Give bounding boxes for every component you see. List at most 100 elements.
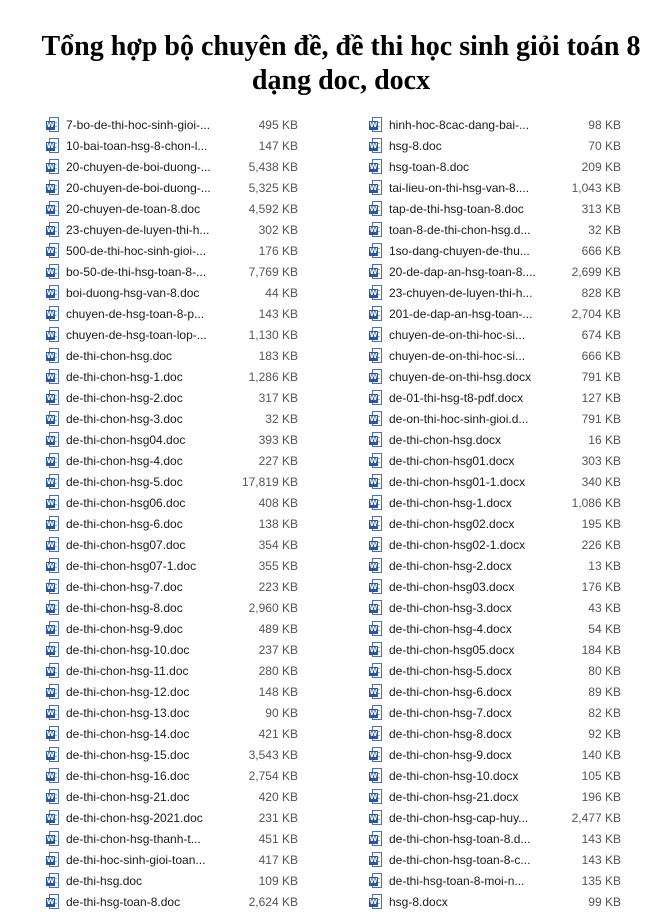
- word-document-icon: W: [369, 683, 383, 700]
- file-row[interactable]: Wde-on-thi-hoc-sinh-gioi.d... 791 KB: [369, 408, 621, 429]
- file-name: de-thi-chon-hsg-8.docx: [389, 726, 512, 741]
- file-row[interactable]: Whinh-hoc-8cac-dang-bai-... 98 KB: [369, 114, 621, 135]
- file-row[interactable]: Wde-thi-chon-hsg-1.doc 1,286 KB: [46, 366, 298, 387]
- file-name: de-thi-chon-hsg-21.docx: [389, 789, 519, 804]
- file-row[interactable]: Wde-thi-chon-hsg05.docx 184 KB: [369, 639, 621, 660]
- file-row[interactable]: Wde-thi-chon-hsg-16.doc 2,754 KB: [46, 765, 298, 786]
- word-document-icon: W: [369, 410, 383, 427]
- file-name: de-thi-chon-hsg.doc: [66, 348, 173, 363]
- file-name: de-thi-chon-hsg03.docx: [389, 579, 515, 594]
- file-row[interactable]: Wtoan-8-de-thi-chon-hsg.d... 32 KB: [369, 219, 621, 240]
- file-row[interactable]: Wde-thi-chon-hsg-5.docx 80 KB: [369, 660, 621, 681]
- file-row[interactable]: Wde-thi-chon-hsg-9.doc 489 KB: [46, 618, 298, 639]
- file-row[interactable]: Wde-thi-chon-hsg-toan-8-c... 143 KB: [369, 849, 621, 870]
- file-row[interactable]: Wde-thi-chon-hsg01.docx 303 KB: [369, 450, 621, 471]
- file-row[interactable]: Wde-thi-chon-hsg-2.docx 13 KB: [369, 555, 621, 576]
- file-row[interactable]: W 201-de-dap-an-hsg-toan-... 2,704 KB: [369, 303, 621, 324]
- file-row[interactable]: W 20-de-dap-an-hsg-toan-8.... 2,699 KB: [369, 261, 621, 282]
- file-size: 828 KB: [581, 285, 621, 300]
- file-row[interactable]: Wde-thi-chon-hsg06.doc 408 KB: [46, 492, 298, 513]
- file-row[interactable]: W 7-bo-de-thi-hoc-sinh-gioi-... 495 KB: [46, 114, 298, 135]
- file-row[interactable]: W 20-chuyen-de-boi-duong-... 5,325 KB: [46, 177, 298, 198]
- file-row[interactable]: Wde-thi-chon-hsg-4.docx 54 KB: [369, 618, 621, 639]
- file-row[interactable]: Wde-thi-chon-hsg-8.doc 2,960 KB: [46, 597, 298, 618]
- file-row[interactable]: Wde-thi-chon-hsg03.docx 176 KB: [369, 576, 621, 597]
- file-row[interactable]: Wde-thi-chon-hsg-toan-8.d... 143 KB: [369, 828, 621, 849]
- file-row[interactable]: Wde-thi-hsg-toan-8-moi-n... 135 KB: [369, 870, 621, 891]
- file-name: de-thi-chon-hsg-15.doc: [66, 747, 190, 762]
- file-row[interactable]: Wde-thi-chon-hsg-9.docx 140 KB: [369, 744, 621, 765]
- file-row[interactable]: W 500-de-thi-hoc-sinh-gioi-... 176 KB: [46, 240, 298, 261]
- word-document-icon: W: [369, 620, 383, 637]
- file-row[interactable]: Wde-thi-chon-hsg-6.doc 138 KB: [46, 513, 298, 534]
- file-row[interactable]: Wde-thi-chon-hsg-13.doc 90 KB: [46, 702, 298, 723]
- file-row[interactable]: Wde-thi-chon-hsg-10.doc 237 KB: [46, 639, 298, 660]
- file-row[interactable]: Wchuyen-de-hsg-toan-8-p... 143 KB: [46, 303, 298, 324]
- file-name: de-thi-chon-hsg-toan-8.d...: [389, 831, 531, 846]
- file-row[interactable]: Wde-thi-hsg.doc 109 KB: [46, 870, 298, 891]
- file-row[interactable]: Wde-thi-chon-hsg-12.doc 148 KB: [46, 681, 298, 702]
- file-row[interactable]: Wde-thi-chon-hsg-5.doc 17,819 KB: [46, 471, 298, 492]
- file-row[interactable]: Wde-thi-chon-hsg-2021.doc 231 KB: [46, 807, 298, 828]
- file-row[interactable]: Wde-thi-chon-hsg02.docx 195 KB: [369, 513, 621, 534]
- file-row[interactable]: Wde-thi-chon-hsg-3.docx 43 KB: [369, 597, 621, 618]
- file-row[interactable]: Whsg-8.doc 70 KB: [369, 135, 621, 156]
- file-name: de-thi-chon-hsg-3.doc: [66, 411, 183, 426]
- file-row[interactable]: Wde-thi-chon-hsg-7.doc 223 KB: [46, 576, 298, 597]
- file-row[interactable]: Wde-thi-chon-hsg-6.docx 89 KB: [369, 681, 621, 702]
- file-row[interactable]: Wde-thi-chon-hsg-4.doc 227 KB: [46, 450, 298, 471]
- file-name: tap-de-thi-hsg-toan-8.doc: [389, 201, 524, 216]
- file-row[interactable]: Wde-thi-chon-hsg-1.docx 1,086 KB: [369, 492, 621, 513]
- file-row[interactable]: Wbo-50-de-thi-hsg-toan-8-... 7,769 KB: [46, 261, 298, 282]
- file-row[interactable]: Wde-thi-chon-hsg01-1.docx 340 KB: [369, 471, 621, 492]
- file-row[interactable]: Wde-thi-chon-hsg07-1.doc 355 KB: [46, 555, 298, 576]
- file-row[interactable]: Wchuyen-de-on-thi-hoc-si... 674 KB: [369, 324, 621, 345]
- file-row[interactable]: Wde-thi-chon-hsg-3.doc 32 KB: [46, 408, 298, 429]
- file-row[interactable]: Wde-thi-chon-hsg-8.docx 92 KB: [369, 723, 621, 744]
- file-row[interactable]: Wde-thi-chon-hsg-21.docx 196 KB: [369, 786, 621, 807]
- file-row[interactable]: Wde-thi-chon-hsg-15.doc 3,543 KB: [46, 744, 298, 765]
- file-row[interactable]: Wde-thi-chon-hsg-21.doc 420 KB: [46, 786, 298, 807]
- file-row[interactable]: Wde-thi-chon-hsg-10.docx 105 KB: [369, 765, 621, 786]
- file-row[interactable]: Wde-thi-chon-hsg07.doc 354 KB: [46, 534, 298, 555]
- file-name: de-thi-chon-hsg-2021.doc: [66, 810, 203, 825]
- file-size: 183 KB: [258, 348, 298, 363]
- file-size: 237 KB: [258, 642, 298, 657]
- file-size: 7,769 KB: [248, 264, 298, 279]
- word-document-icon: W: [369, 431, 383, 448]
- file-row[interactable]: Wtap-de-thi-hsg-toan-8.doc 313 KB: [369, 198, 621, 219]
- file-row[interactable]: Wchuyen-de-on-thi-hoc-si... 666 KB: [369, 345, 621, 366]
- file-row[interactable]: Wde-thi-chon-hsg04.doc 393 KB: [46, 429, 298, 450]
- file-row[interactable]: Wde-thi-chon-hsg-14.doc 421 KB: [46, 723, 298, 744]
- word-document-icon: W: [369, 830, 383, 847]
- file-row[interactable]: Wtai-lieu-on-thi-hsg-van-8.... 1,043 KB: [369, 177, 621, 198]
- file-row[interactable]: W 1so-dang-chuyen-de-thu... 666 KB: [369, 240, 621, 261]
- file-row[interactable]: Wchuyen-de-on-thi-hsg.docx 791 KB: [369, 366, 621, 387]
- file-row[interactable]: W 23-chuyen-de-luyen-thi-h... 828 KB: [369, 282, 621, 303]
- word-document-icon: W: [46, 263, 60, 280]
- file-row[interactable]: Wde-thi-chon-hsg02-1.docx 226 KB: [369, 534, 621, 555]
- file-row[interactable]: W 10-bai-toan-hsg-8-chon-l... 147 KB: [46, 135, 298, 156]
- word-document-icon: W: [369, 662, 383, 679]
- word-document-icon: W: [369, 725, 383, 742]
- file-row[interactable]: Wde-thi-chon-hsg.docx 16 KB: [369, 429, 621, 450]
- word-document-icon: W: [46, 557, 60, 574]
- file-row[interactable]: Wde-thi-chon-hsg-11.doc 280 KB: [46, 660, 298, 681]
- file-row[interactable]: Wde-thi-chon-hsg-7.docx 82 KB: [369, 702, 621, 723]
- file-row[interactable]: Wde-thi-chon-hsg.doc 183 KB: [46, 345, 298, 366]
- file-row[interactable]: Wde-thi-chon-hsg-thanh-t... 451 KB: [46, 828, 298, 849]
- file-row[interactable]: Whsg-8.docx 99 KB: [369, 891, 621, 912]
- file-row[interactable]: Wde-thi-chon-hsg-2.doc 317 KB: [46, 387, 298, 408]
- file-row[interactable]: Wde-thi-chon-hsg-cap-huy... 2,477 KB: [369, 807, 621, 828]
- file-row[interactable]: Whsg-toan-8.doc 209 KB: [369, 156, 621, 177]
- file-size: 1,286 KB: [248, 369, 298, 384]
- file-row[interactable]: Wde-thi-hsg-toan-8.doc 2,624 KB: [46, 891, 298, 912]
- file-row[interactable]: W 23-chuyen-de-luyen-thi-h... 302 KB: [46, 219, 298, 240]
- file-row[interactable]: W 20-chuyen-de-toan-8.doc 4,592 KB: [46, 198, 298, 219]
- file-row[interactable]: W 20-chuyen-de-boi-duong-... 5,438 KB: [46, 156, 298, 177]
- file-row[interactable]: Wboi-duong-hsg-van-8.doc 44 KB: [46, 282, 298, 303]
- file-size: 354 KB: [258, 537, 298, 552]
- file-row[interactable]: Wde-thi-hoc-sinh-gioi-toan... 417 KB: [46, 849, 298, 870]
- file-row[interactable]: Wde-01-thi-hsg-t8-pdf.docx 127 KB: [369, 387, 621, 408]
- file-row[interactable]: Wchuyen-de-hsg-toan-lop-... 1,130 KB: [46, 324, 298, 345]
